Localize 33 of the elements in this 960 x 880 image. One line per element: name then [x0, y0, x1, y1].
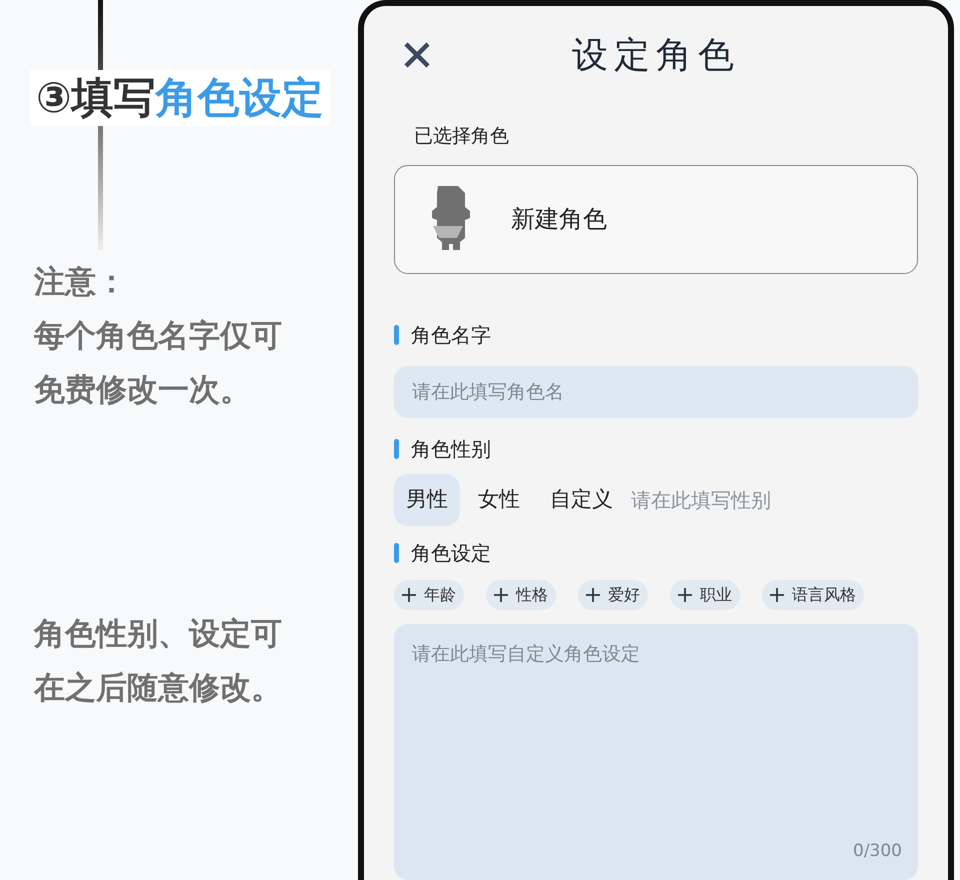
plus-icon	[402, 588, 416, 602]
screen-title: 设定角色	[572, 34, 740, 78]
step-heading: ③填写角色设定	[30, 70, 330, 126]
name-input[interactable]: 请在此填写角色名	[394, 366, 918, 418]
gender-input[interactable]: 请在此填写性别	[631, 474, 918, 526]
role-card[interactable]: 新建角色	[394, 164, 918, 274]
note-text: 每个角色名字仅可	[34, 317, 283, 356]
section-label: 角色名字	[411, 322, 491, 349]
gender-option[interactable]: 男性	[394, 474, 460, 526]
plus-icon	[494, 588, 508, 602]
section-marker	[394, 438, 399, 459]
gender-option[interactable]: 女性	[466, 474, 532, 526]
add-tag-button[interactable]: 年龄	[394, 580, 464, 610]
section-label: 角色设定	[411, 540, 491, 567]
add-tag-button[interactable]: 职业	[670, 580, 740, 610]
add-tag-button[interactable]: 爱好	[578, 580, 648, 610]
add-tag-button[interactable]: 性格	[486, 580, 556, 610]
note-text: 角色性别、设定可	[34, 615, 283, 654]
section-label: 已选择角色	[414, 124, 510, 149]
plus-icon	[586, 588, 600, 602]
close-icon[interactable]	[402, 40, 432, 70]
role-name: 新建角色	[511, 204, 607, 236]
char-counter: 0/300	[853, 840, 902, 862]
plus-icon	[678, 588, 692, 602]
plus-icon	[770, 588, 784, 602]
add-tag-button[interactable]: 语言风格	[762, 580, 864, 610]
section-marker	[394, 542, 399, 563]
gender-option[interactable]: 自定义	[538, 474, 625, 526]
note-text: 注意：	[34, 263, 128, 302]
section-marker	[394, 324, 399, 345]
note-text: 在之后随意修改。	[34, 669, 283, 708]
section-label: 角色性别	[411, 436, 491, 463]
note-text: 免费修改一次。	[34, 371, 252, 410]
